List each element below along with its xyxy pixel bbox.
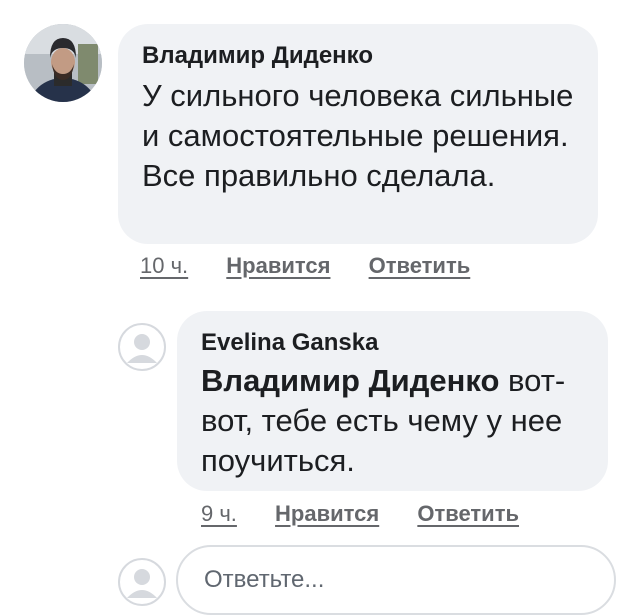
- reply-input-placeholder: Ответьте...: [204, 566, 325, 593]
- comment-timestamp[interactable]: 10 ч.: [140, 253, 188, 279]
- comment-text: У сильного человека сильные и самостояте…: [142, 78, 574, 193]
- profile-photo: [24, 24, 102, 102]
- reply-text: Владимир Диденко вот-вот, тебе есть чему…: [201, 361, 591, 481]
- reply-reply-button[interactable]: Ответить: [417, 501, 519, 527]
- current-user-avatar: [118, 558, 166, 606]
- reply-mention[interactable]: Владимир Диденко: [201, 363, 499, 398]
- comment-bubble: Владимир Диденко У сильного человека сил…: [118, 24, 598, 244]
- commenter-avatar[interactable]: [24, 24, 102, 102]
- reply-author-avatar[interactable]: [118, 323, 166, 371]
- comment-author[interactable]: Владимир Диденко: [142, 42, 572, 70]
- reply-input[interactable]: Ответьте...: [176, 545, 616, 615]
- reply-timestamp[interactable]: 9 ч.: [201, 501, 237, 527]
- comment-actions: 10 ч. Нравится Ответить: [140, 253, 470, 279]
- reply-author[interactable]: Evelina Ganska: [201, 329, 588, 357]
- reply-actions: 9 ч. Нравится Ответить: [201, 501, 519, 527]
- person-silhouette-icon: [127, 334, 157, 363]
- comment-reply-button[interactable]: Ответить: [369, 253, 471, 279]
- person-silhouette-icon: [127, 569, 157, 598]
- reply-like-button[interactable]: Нравится: [275, 501, 379, 527]
- comment-like-button[interactable]: Нравится: [226, 253, 330, 279]
- reply-bubble: Evelina Ganska Владимир Диденко вот-вот,…: [177, 311, 608, 491]
